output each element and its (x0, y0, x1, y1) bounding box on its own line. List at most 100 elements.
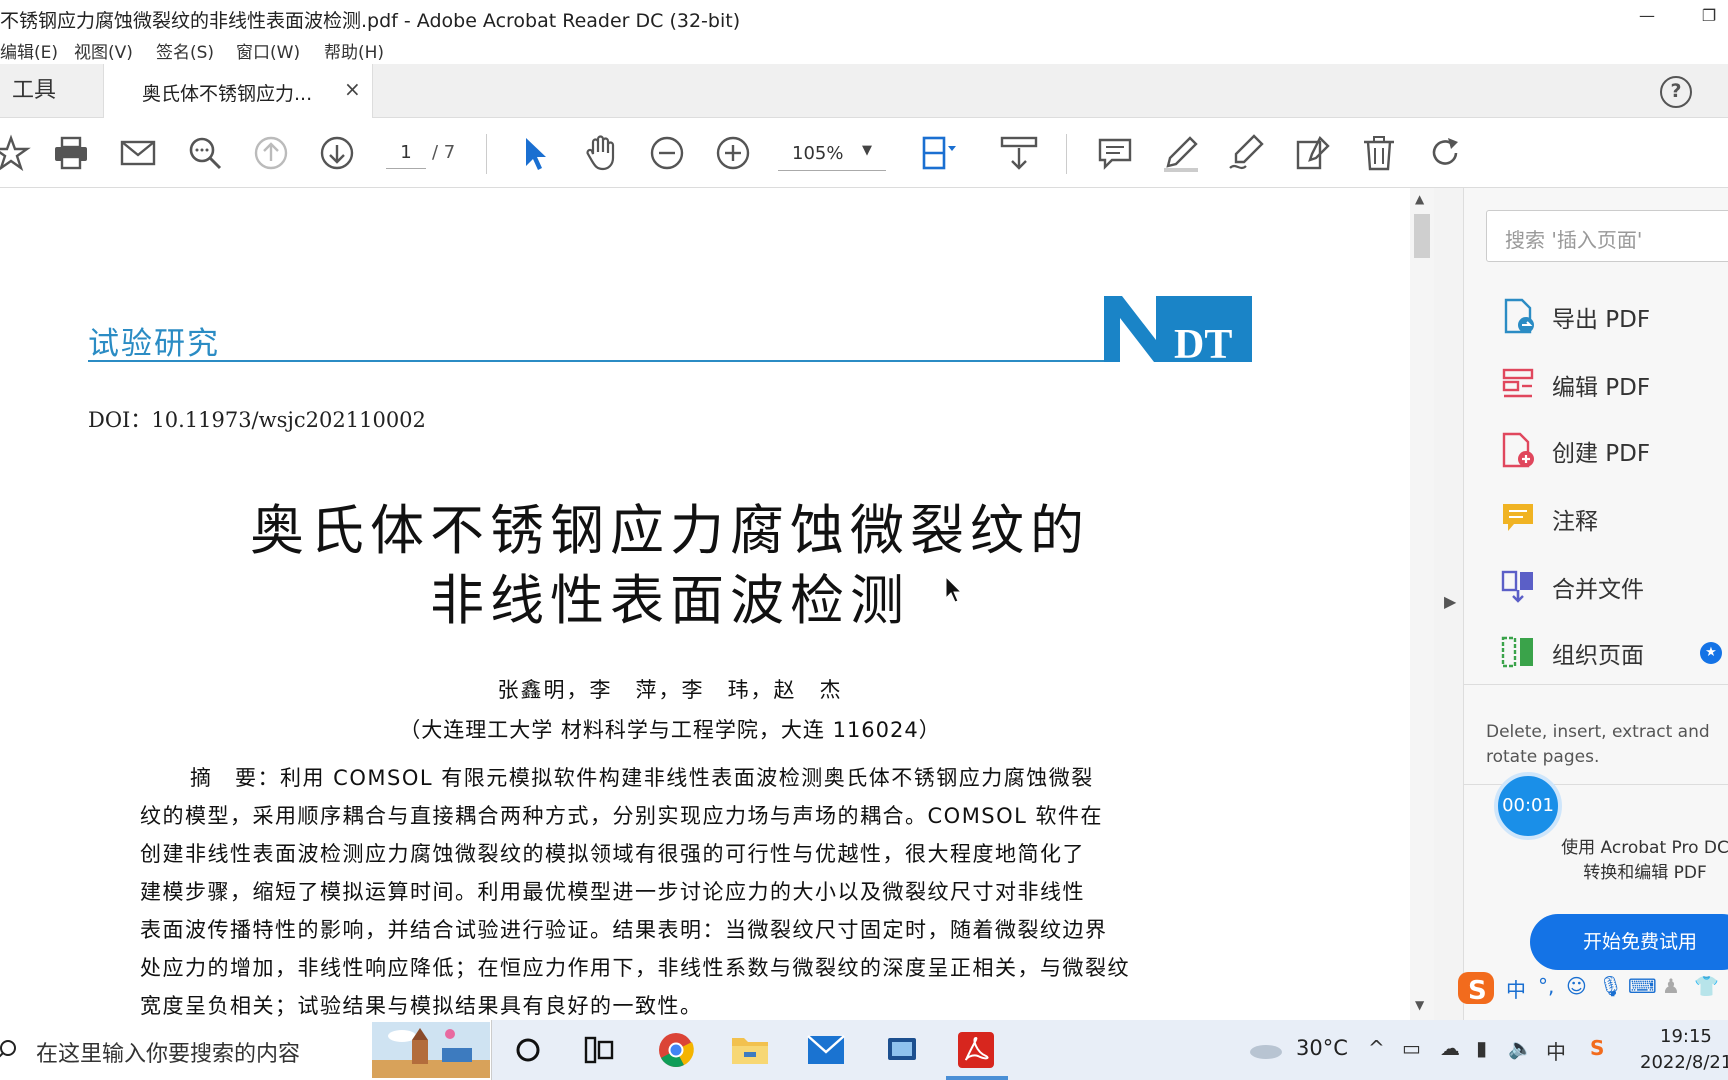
sogou-tray-icon[interactable]: S (1590, 1036, 1604, 1060)
tool-edit-pdf[interactable]: 编辑 PDF (1500, 362, 1728, 406)
chevron-down-icon: ▼ (862, 143, 872, 158)
fit-page-icon[interactable] (916, 132, 958, 174)
abstract-line: 摘 要：利用 COMSOL 有限元模拟软件构建非线性表面波检测奥氏体不锈钢应力腐… (190, 766, 1094, 790)
help-icon[interactable]: ? (1660, 76, 1692, 108)
input-language-indicator[interactable]: 中 (1546, 1036, 1566, 1065)
chevron-up-icon[interactable]: ^ (1368, 1036, 1385, 1060)
promo-text: 使用 Acrobat Pro DC 转换和编辑 PDF (1550, 836, 1728, 886)
email-icon[interactable] (117, 132, 159, 174)
menu-bar: 编辑(E) 视图(V) 签名(S) 窗口(W) 帮助(H) (0, 34, 1728, 64)
close-tab-button[interactable]: × (344, 77, 361, 101)
file-explorer-icon[interactable] (726, 1028, 774, 1072)
highlight-pen-icon[interactable] (1160, 132, 1202, 174)
tools-search-placeholder: 搜索 '插入页面' (1505, 228, 1643, 252)
network-icon[interactable]: ☁ (1440, 1036, 1460, 1060)
tool-export-pdf[interactable]: 导出 PDF (1500, 294, 1728, 338)
chrome-browser-icon[interactable] (652, 1028, 700, 1072)
select-cursor-icon[interactable] (514, 132, 556, 174)
acrobat-reader-icon[interactable] (952, 1028, 1000, 1072)
page-number-input[interactable]: 1 (386, 137, 426, 169)
window-title: 不锈钢应力腐蚀微裂纹的非线性表面波检测.pdf - Adobe Acrobat … (0, 10, 741, 32)
tool-create-pdf[interactable]: 创建 PDF (1500, 428, 1728, 472)
next-page-icon[interactable] (316, 132, 358, 174)
menu-sign[interactable]: 签名(S) (156, 38, 214, 63)
panel-collapse-strip: ▶ (1434, 188, 1464, 1020)
task-view-icon[interactable] (574, 1028, 622, 1072)
export-pdf-icon (1504, 298, 1534, 334)
ime-voice-icon[interactable]: 🎙 (1598, 974, 1623, 998)
ime-chinese-mode[interactable]: 中 (1506, 974, 1526, 1003)
ime-user-icon[interactable]: ♟ (1662, 974, 1680, 998)
create-pdf-icon (1502, 432, 1534, 468)
menu-edit[interactable]: 编辑(E) (0, 38, 58, 63)
cloud-weather-icon[interactable] (1248, 1040, 1284, 1060)
zoom-in-icon[interactable] (712, 132, 754, 174)
abstract-line: 建模步骤，缩短了模拟运算时间。利用最优模型进一步讨论应力的大小以及微裂纹尺寸对非… (140, 880, 1085, 904)
expand-arrow-icon[interactable]: ▶ (1444, 592, 1456, 611)
menu-help[interactable]: 帮助(H) (324, 38, 384, 63)
rotate-icon[interactable] (1424, 132, 1466, 174)
vertical-scrollbar[interactable]: ▲ ▼ (1410, 188, 1434, 1020)
section-label: 试验研究 (88, 326, 220, 362)
search-icon (0, 1040, 16, 1058)
search-zoom-icon[interactable] (184, 132, 226, 174)
abstract-line: 纹的模型，采用顺序耦合与直接耦合两种方式，分别实现应力场与声场的耦合。COMSO… (140, 804, 1104, 828)
zoom-select[interactable]: 105% ▼ (778, 137, 886, 171)
page-total: / 7 (432, 142, 456, 163)
minimize-button[interactable]: — (1624, 0, 1670, 34)
promo-line-1: 使用 Acrobat Pro DC (1561, 838, 1728, 858)
tools-search-input[interactable]: 搜索 '插入页面' (1486, 210, 1728, 262)
task-view-cortana-icon[interactable] (504, 1028, 552, 1072)
ime-keyboard-icon[interactable]: ⌨ (1628, 974, 1657, 998)
favorite-star-icon[interactable]: ★ (1700, 642, 1722, 664)
restore-button[interactable]: ❐ (1686, 0, 1728, 34)
scroll-mode-icon[interactable] (998, 132, 1040, 174)
taskbar-search-box[interactable]: 在这里输入你要搜索的内容 (0, 1020, 492, 1080)
mail-icon[interactable] (802, 1028, 850, 1072)
ndt-logo: DT (1104, 294, 1252, 368)
clock-time[interactable]: 19:15 (1660, 1026, 1712, 1047)
delete-trash-icon[interactable] (1358, 132, 1400, 174)
ime-emoji-icon[interactable]: ☺ (1566, 974, 1587, 998)
scroll-up-icon[interactable]: ▲ (1415, 192, 1424, 206)
tool-combine-files[interactable]: 合并文件 (1500, 564, 1728, 608)
previous-page-icon[interactable] (250, 132, 292, 174)
tool-comment[interactable]: 注释 (1500, 496, 1728, 540)
comment-icon[interactable] (1094, 132, 1136, 174)
svg-text:S: S (1468, 976, 1487, 1006)
panel-divider (1464, 684, 1728, 685)
menu-window[interactable]: 窗口(W) (236, 38, 300, 63)
tab-document[interactable]: 奥氏体不锈钢应力... × (103, 64, 373, 119)
print-icon[interactable] (50, 132, 92, 174)
taskbar-search-placeholder: 在这里输入你要搜索的内容 (36, 1042, 301, 1067)
abstract-line: 处应力的增加，非线性响应降低；在恒应力作用下，非线性系数与微裂纹的深度呈正相关，… (140, 956, 1130, 980)
scrollbar-thumb[interactable] (1414, 214, 1430, 258)
battery-icon[interactable]: ▭ (1402, 1036, 1421, 1060)
affiliation: （大连理工大学 材料科学与工程学院，大连 116024） (399, 718, 941, 742)
clock-date[interactable]: 2022/8/21 (1640, 1052, 1728, 1073)
scroll-down-icon[interactable]: ▼ (1415, 998, 1424, 1012)
ime-toolbar: S 中 °, ☺ 🎙 ⌨ ♟ 👕 (1456, 966, 1728, 1010)
microphone-icon[interactable]: ▮ (1476, 1036, 1487, 1060)
sogou-logo-icon[interactable]: S (1456, 968, 1496, 1008)
weather-temperature[interactable]: 30°C (1296, 1036, 1348, 1060)
volume-icon[interactable]: 🔈 (1508, 1036, 1533, 1060)
ime-punctuation-icon[interactable]: °, (1538, 974, 1554, 998)
hand-tool-icon[interactable] (580, 132, 622, 174)
authors: 张鑫明，李 萍，李 玮，赵 杰 (497, 678, 843, 702)
recording-timer[interactable]: 00:01 (1494, 772, 1562, 840)
media-app-icon[interactable] (878, 1028, 926, 1072)
tool-organize-pages[interactable]: 组织页面 ★ (1500, 630, 1728, 674)
tool-label: 创建 PDF (1552, 441, 1651, 467)
toolbar-divider (1066, 134, 1067, 174)
tool-description: Delete, insert, extract and rotate pages… (1486, 722, 1710, 767)
ime-skin-icon[interactable]: 👕 (1694, 974, 1719, 998)
bookmark-star-icon[interactable] (0, 132, 32, 174)
zoom-out-icon[interactable] (646, 132, 688, 174)
menu-view[interactable]: 视图(V) (74, 38, 133, 63)
tab-tools[interactable]: 工具 (0, 64, 103, 118)
fill-sign-icon[interactable] (1292, 132, 1334, 174)
sign-pen-icon[interactable] (1226, 132, 1268, 174)
start-free-trial-button[interactable]: 开始免费试用 (1530, 914, 1728, 970)
tool-label: 组织页面 (1552, 643, 1644, 669)
